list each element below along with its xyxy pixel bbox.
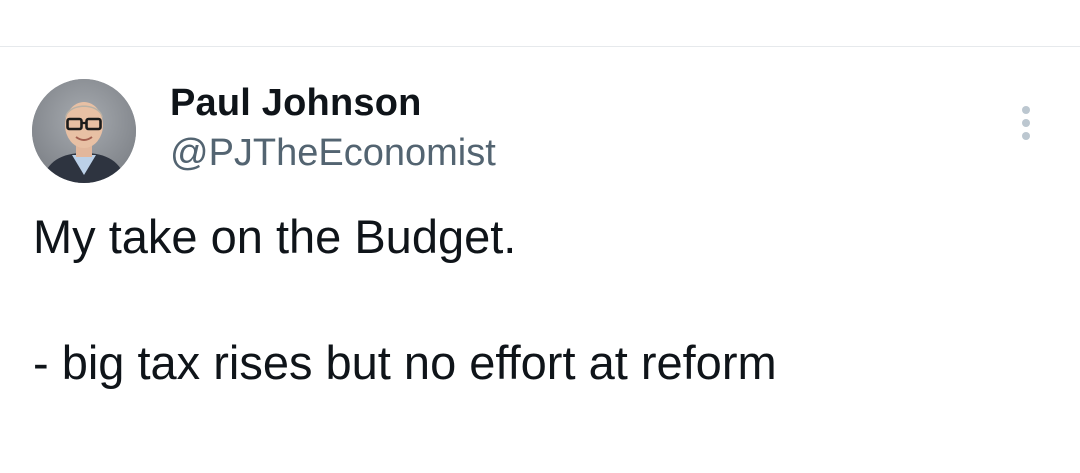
more-vertical-icon bbox=[1022, 106, 1030, 140]
tweet: Paul Johnson @PJTheEconomist My take on … bbox=[0, 47, 1080, 473]
author-handle[interactable]: @PJTheEconomist bbox=[170, 131, 496, 175]
more-options-button[interactable] bbox=[1004, 101, 1048, 145]
header-area bbox=[0, 0, 1080, 46]
tweet-text: My take on the Budget. - big tax rises b… bbox=[33, 210, 777, 389]
author-display-name[interactable]: Paul Johnson bbox=[170, 81, 422, 125]
avatar-image bbox=[32, 79, 136, 183]
avatar[interactable] bbox=[32, 79, 136, 183]
